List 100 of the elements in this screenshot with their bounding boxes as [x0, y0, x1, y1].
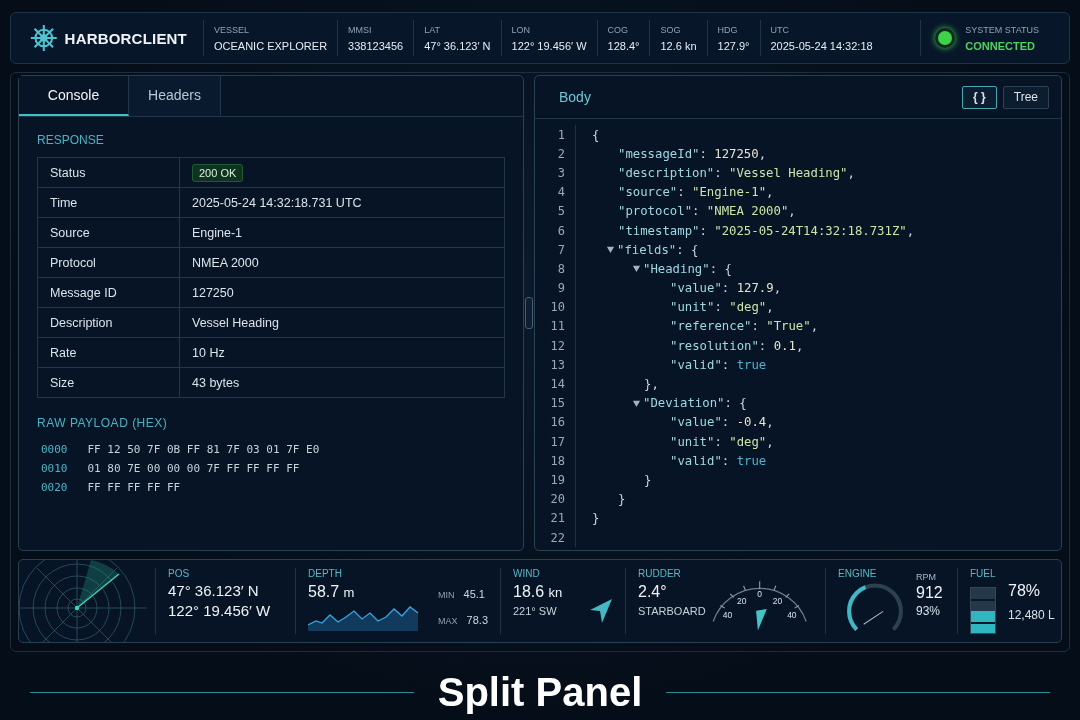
table-cell: Description [37, 307, 180, 338]
line-number: 22 [549, 530, 565, 545]
code-line: } [592, 511, 600, 526]
hex-bytes: 01 80 7E 00 00 00 7F FF FF FF FF [87, 461, 300, 477]
app-name: HARBORCLIENT [64, 29, 187, 47]
line-number: 16 [549, 415, 565, 430]
table-cell: Rate [37, 337, 180, 368]
fuel-gauge [970, 587, 996, 634]
engine-load: 93% [916, 604, 942, 618]
caption: Split Panel [437, 670, 643, 715]
view-toggle[interactable]: Tree [1002, 85, 1049, 109]
position-value: 122° 19.456′ W [168, 602, 272, 619]
table-cell: Size [37, 367, 180, 398]
field-label: MMSI [348, 24, 373, 35]
line-number: 12 [549, 338, 565, 353]
line-number: 3 [556, 165, 565, 180]
min-reading: MIN 45.1 [438, 588, 486, 600]
code-line: } [644, 472, 652, 487]
code-line: "valid": true [670, 453, 767, 468]
field-value: 47° 36.123′ N [424, 39, 491, 52]
line-number: 1 [556, 127, 565, 142]
table-cell: 127250 [179, 277, 505, 308]
rpm-label: RPM [916, 572, 937, 582]
line-number: 19 [549, 472, 565, 487]
code-line: }, [644, 377, 659, 392]
field-label: LAT [424, 24, 441, 35]
status-badge: 200 OK [192, 163, 244, 182]
hex-offset: 0020 [41, 480, 68, 496]
line-number: 6 [556, 223, 565, 238]
fuel-percent: 78% [1008, 582, 1042, 600]
code-line: "value": 127.9, [670, 281, 782, 296]
rudder-angle: 2.4° [638, 583, 668, 601]
code-line: } [618, 492, 626, 507]
line-number: 5 [556, 204, 565, 219]
wind-direction: 221° SW [513, 605, 558, 617]
line-number: 9 [556, 281, 565, 296]
rudder-pointer-icon [755, 609, 767, 631]
hex-offset: 0010 [41, 461, 68, 477]
scale-label: 40 [722, 610, 732, 620]
field-value: 128.4° [607, 39, 640, 52]
fold-icon[interactable] [606, 245, 615, 255]
scale-label: 0 [756, 588, 762, 599]
code-line: { [592, 127, 600, 142]
code-line: "Deviation": { [643, 396, 747, 411]
tab[interactable]: Console [19, 76, 129, 116]
wind-speed: 18.6 kn [513, 583, 563, 601]
section-heading: RAW PAYLOAD (HEX) [37, 416, 169, 430]
instrument-label: DEPTH [308, 568, 343, 579]
hex-bytes: FF FF FF FF FF [87, 480, 181, 496]
code-line: "unit": "deg", [670, 434, 774, 449]
ship-wheel-icon [29, 23, 59, 53]
instrument-label: FUEL [970, 568, 996, 579]
field-label: COG [607, 24, 630, 35]
field-label: VESSEL [214, 24, 251, 35]
code-line: "valid": true [670, 357, 767, 372]
line-number: 11 [549, 319, 565, 334]
code-line: "reference": "True", [670, 319, 819, 334]
scale-label: 20 [772, 595, 782, 606]
section-heading: RESPONSE [37, 133, 105, 147]
line-number: 2 [556, 146, 565, 161]
scale-label: 20 [736, 595, 747, 606]
code-line: "Heading": { [643, 261, 732, 276]
splitter-handle[interactable] [525, 297, 533, 329]
wind-arrow-icon [589, 598, 613, 624]
tab[interactable]: Headers [129, 76, 221, 116]
rpm-value: 912 [916, 584, 943, 602]
line-number: 8 [556, 261, 565, 276]
table-cell: Time [37, 187, 180, 218]
code-line: "resolution": 0.1, [670, 338, 804, 353]
field-label: UTC [770, 24, 790, 35]
position-value: 47° 36.123′ N [168, 582, 260, 599]
line-number: 18 [549, 453, 565, 468]
line-number: 4 [556, 185, 565, 200]
instrument-label: ENGINE [838, 568, 878, 579]
table-cell: 10 Hz [179, 337, 505, 368]
table-cell: 2025-05-24 14:32:18.731 UTC [179, 187, 505, 218]
fold-icon[interactable] [632, 264, 641, 274]
table-cell: Engine-1 [179, 217, 505, 248]
panel-title: Body [559, 89, 591, 105]
view-toggle[interactable]: { } [962, 85, 997, 109]
scale-label: 40 [786, 610, 797, 620]
field-value: 12.6 kn [660, 39, 697, 52]
table-cell: Vessel Heading [179, 307, 505, 338]
fold-icon[interactable] [632, 398, 641, 408]
field-value: 122° 19.456′ W [511, 39, 587, 52]
table-cell: Protocol [37, 247, 180, 278]
table-cell: 43 bytes [179, 367, 505, 398]
line-number: 14 [549, 377, 565, 392]
status-label: SYSTEM STATUS [965, 24, 1039, 35]
rudder-side: STARBOARD [638, 605, 706, 617]
code-line: "value": -0.4, [670, 415, 774, 430]
line-number: 13 [549, 357, 565, 372]
code-line: "timestamp": "2025-05-24T14:32:18.731Z", [618, 223, 915, 238]
line-number: 7 [556, 242, 565, 257]
max-reading: MAX 78.3 [438, 614, 488, 626]
status-value: CONNECTED [965, 39, 1036, 52]
depth-value: 58.7 m [308, 583, 356, 601]
field-label: HDG [717, 24, 739, 35]
hex-bytes: FF 12 50 7F 0B FF 81 7F 03 01 7F E0 [87, 442, 320, 458]
field-label: SOG [660, 24, 682, 35]
